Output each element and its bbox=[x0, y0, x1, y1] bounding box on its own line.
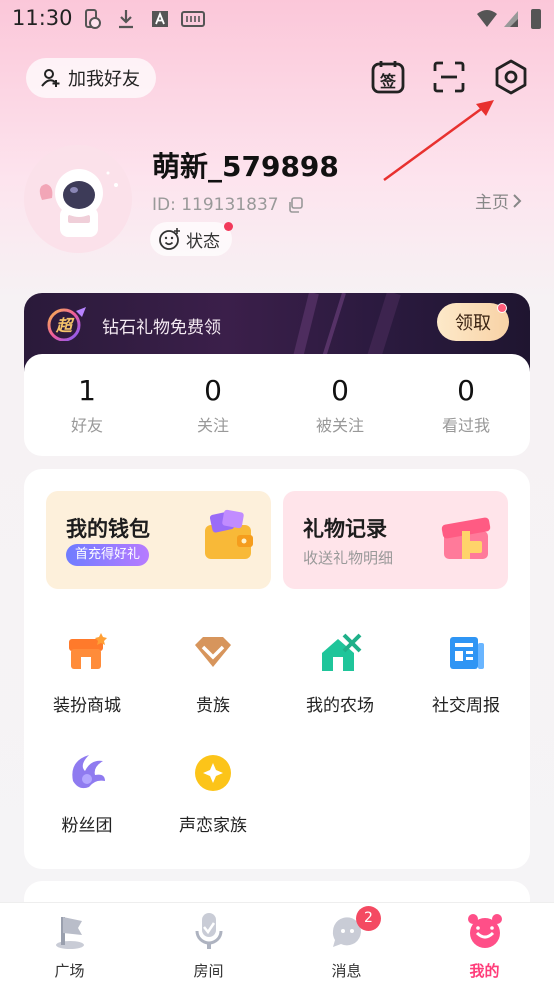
microphone-icon bbox=[195, 913, 222, 949]
noble-icon bbox=[195, 637, 231, 667]
tab-label: 消息 bbox=[331, 962, 362, 980]
stat-followers[interactable]: 0 被关注 bbox=[277, 374, 403, 436]
family-icon bbox=[195, 755, 231, 791]
wifi-icon bbox=[477, 10, 497, 27]
astronaut-avatar-icon bbox=[24, 145, 132, 253]
stat-label: 关注 bbox=[196, 416, 229, 435]
service-label: 社交周报 bbox=[432, 696, 500, 716]
stat-visitors[interactable]: 0 看过我 bbox=[403, 374, 529, 436]
download-icon bbox=[119, 10, 133, 29]
service-fan-club[interactable]: 粉丝团 bbox=[24, 751, 150, 836]
status-button[interactable]: 状态 bbox=[150, 222, 232, 256]
scan-icon[interactable] bbox=[430, 58, 468, 96]
status-notification-dot bbox=[224, 222, 233, 231]
gift-record-subtitle: 收送礼物明细 bbox=[303, 549, 394, 567]
font-icon bbox=[152, 11, 168, 27]
farm-icon bbox=[322, 633, 362, 671]
avatar[interactable] bbox=[24, 145, 132, 253]
status-label: 状态 bbox=[186, 231, 220, 252]
stat-friends[interactable]: 1 好友 bbox=[24, 374, 150, 436]
bottom-tab-bar: 广场 房间 消息 我的 bbox=[0, 902, 554, 984]
service-noble[interactable]: 贵族 bbox=[150, 631, 276, 716]
banner-text: 钻石礼物免费领 bbox=[102, 318, 221, 338]
service-label: 粉丝团 bbox=[61, 816, 113, 836]
settings-icon[interactable] bbox=[492, 58, 530, 96]
homepage-label: 主页 bbox=[475, 193, 509, 213]
copy-icon[interactable] bbox=[287, 197, 303, 213]
wallet-card[interactable]: 我的钱包 首充得好礼 bbox=[46, 491, 271, 589]
service-shop[interactable]: 装扮商城 bbox=[24, 631, 150, 716]
stats-card: 1 好友 0 关注 0 被关注 0 看过我 bbox=[24, 354, 530, 456]
claim-notification-dot bbox=[497, 303, 507, 313]
service-family[interactable]: 声恋家族 bbox=[150, 751, 276, 836]
sign-in-icon[interactable]: 签 bbox=[369, 58, 407, 96]
service-label: 我的农场 bbox=[306, 696, 374, 716]
super-badge-text: 超 bbox=[55, 316, 75, 335]
wallet-title: 我的钱包 bbox=[66, 517, 150, 541]
service-label: 装扮商城 bbox=[53, 696, 121, 716]
annotation-arrow-icon bbox=[383, 100, 494, 182]
fan-club-icon bbox=[72, 755, 105, 789]
stat-value: 0 bbox=[331, 374, 349, 407]
tab-label: 我的 bbox=[469, 962, 500, 980]
tab-label: 广场 bbox=[54, 962, 85, 980]
super-badge-icon: 超 bbox=[47, 307, 86, 341]
stat-value: 0 bbox=[204, 374, 222, 407]
tab-room[interactable]: 房间 bbox=[139, 911, 278, 981]
message-count-badge: 2 bbox=[356, 906, 381, 931]
service-label: 声恋家族 bbox=[179, 816, 247, 836]
battery-saver-icon bbox=[85, 9, 101, 29]
services-card: 我的钱包 首充得好礼 礼物记录 收送礼物明细 装扮商城 贵族 我的农场 社交周报… bbox=[24, 469, 530, 869]
stat-value: 1 bbox=[78, 374, 96, 407]
add-friend-button[interactable]: 加我好友 bbox=[26, 58, 156, 98]
user-id-text: ID: 119131837 bbox=[152, 195, 279, 215]
gift-record-card[interactable]: 礼物记录 收送礼物明细 bbox=[283, 491, 508, 589]
wallet-tag: 首充得好礼 bbox=[66, 544, 150, 566]
service-label: 贵族 bbox=[196, 696, 230, 716]
report-icon bbox=[450, 637, 484, 669]
tab-label: 房间 bbox=[193, 962, 224, 980]
battery-icon bbox=[531, 9, 541, 29]
service-farm[interactable]: 我的农场 bbox=[277, 631, 403, 716]
tab-messages[interactable]: 消息 bbox=[277, 911, 416, 981]
status-time: 11:30 bbox=[12, 6, 73, 30]
sd-card-icon bbox=[181, 11, 205, 27]
stat-label: 看过我 bbox=[441, 416, 490, 435]
sign-icon-text: 签 bbox=[379, 72, 397, 91]
stat-following[interactable]: 0 关注 bbox=[150, 374, 276, 436]
smiley-plus-icon bbox=[159, 228, 180, 250]
add-user-icon bbox=[41, 69, 60, 87]
user-id: ID: 119131837 bbox=[152, 195, 303, 215]
smiley-face-icon bbox=[467, 914, 502, 948]
tab-square[interactable]: 广场 bbox=[0, 911, 139, 981]
tab-me[interactable]: 我的 bbox=[415, 911, 554, 981]
status-bar: 11:30 bbox=[0, 0, 554, 40]
gift-record-title: 礼物记录 bbox=[303, 517, 387, 541]
stat-value: 0 bbox=[457, 374, 475, 407]
wallet-icon bbox=[205, 509, 253, 559]
gift-box-icon bbox=[441, 517, 491, 559]
stat-label: 好友 bbox=[70, 416, 103, 435]
chevron-right-icon bbox=[513, 193, 522, 208]
stat-label: 被关注 bbox=[315, 416, 364, 435]
flag-icon bbox=[55, 917, 84, 949]
username: 萌新_579898 bbox=[152, 150, 339, 183]
signal-icon bbox=[504, 11, 518, 27]
add-friend-label: 加我好友 bbox=[68, 69, 140, 90]
shop-icon bbox=[69, 633, 107, 669]
homepage-link[interactable]: 主页 bbox=[475, 188, 525, 213]
service-weekly-report[interactable]: 社交周报 bbox=[403, 631, 529, 716]
